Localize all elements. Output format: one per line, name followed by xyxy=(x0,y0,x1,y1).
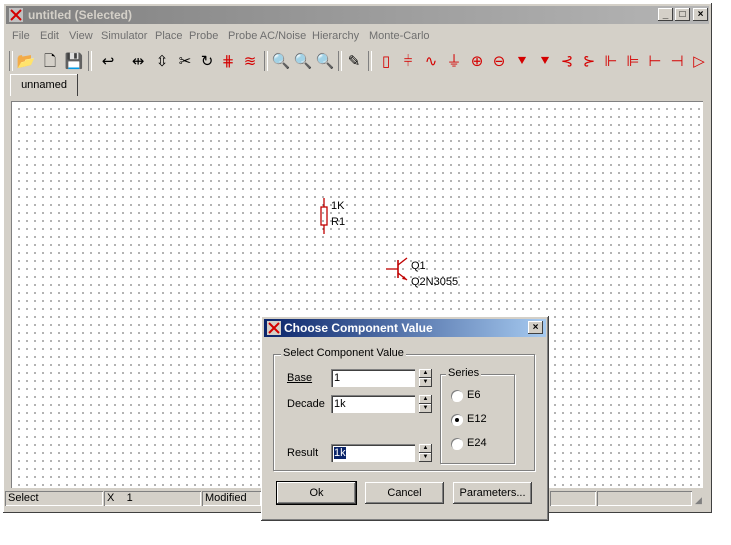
status-x-value: 1 xyxy=(126,492,133,504)
pjfet-icon[interactable]: ⊣ xyxy=(666,50,688,72)
opamp-icon[interactable]: ▷ xyxy=(688,50,710,72)
menu-simulator[interactable]: Simulator xyxy=(101,30,147,42)
transistor-model-label: Q2N3055 xyxy=(411,276,459,288)
menu-place[interactable]: Place xyxy=(155,30,183,42)
dialog-app-icon xyxy=(267,321,281,335)
undo-icon[interactable]: ↩ xyxy=(97,50,119,72)
njfet-icon[interactable]: ⊢ xyxy=(644,50,666,72)
resize-grip-icon[interactable]: ◢ xyxy=(695,495,705,505)
tab-unnamed[interactable]: unnamed xyxy=(10,74,78,96)
menu-monte-carlo[interactable]: Monte-Carlo xyxy=(369,30,430,42)
result-input[interactable]: 1k xyxy=(331,444,415,462)
dialog-close-button[interactable]: × xyxy=(528,321,543,334)
base-label: Base xyxy=(287,372,313,384)
base-spinner[interactable]: ▲ ▼ xyxy=(419,369,432,387)
current-source-icon[interactable]: ⊖ xyxy=(488,50,510,72)
toolbar-separator xyxy=(264,51,268,71)
select-value-group-label: Select Component Value xyxy=(281,347,406,359)
result-label: Result xyxy=(287,447,319,459)
series-e24-label: E24 xyxy=(467,437,487,449)
resistor-ref-label: R1 xyxy=(331,216,346,228)
resistor-value-label: 1K xyxy=(331,200,345,212)
pmos-icon[interactable]: ⊫ xyxy=(622,50,644,72)
wire-pencil-icon[interactable]: ✎ xyxy=(343,50,365,72)
open-icon[interactable]: 📂 xyxy=(15,50,37,72)
menu-probe-ac-noise[interactable]: Probe AC/Noise xyxy=(228,30,306,42)
series-group-label: Series xyxy=(446,367,482,379)
new-icon[interactable]: 🗋 xyxy=(39,50,61,72)
capacitor-icon[interactable]: ⫩ xyxy=(397,50,419,72)
series-e24-radio[interactable] xyxy=(451,438,463,450)
decade-spinner[interactable]: ▲ ▼ xyxy=(419,395,432,413)
series-e12-radio[interactable] xyxy=(451,414,463,426)
app-icon xyxy=(9,8,23,22)
resistor-symbol[interactable] xyxy=(320,198,328,234)
result-selected-text: 1k xyxy=(334,447,346,459)
menu-view[interactable]: View xyxy=(69,30,93,42)
flip-horizontal-icon[interactable]: ⇹ xyxy=(127,50,149,72)
toolbar: 📂 🗋 💾 ↩ ⇹ ⇳ ✂ ↻ ⋕ ≋ 🔍 🔍 🔍 ✎ ▯ ⫩ ∿ ⏚ ⊕ ⊖ … xyxy=(6,48,709,74)
series-e12-label: E12 xyxy=(467,413,487,425)
series-e6-label: E6 xyxy=(467,389,481,401)
delete-component-icon[interactable]: ≋ xyxy=(239,50,261,72)
maximize-button[interactable]: □ xyxy=(675,8,690,21)
status-panel-empty xyxy=(597,491,692,506)
decade-input[interactable]: 1k xyxy=(331,395,415,413)
minimize-button[interactable]: _ xyxy=(658,8,673,21)
status-panel-empty xyxy=(550,491,596,506)
inductor-icon[interactable]: ∿ xyxy=(420,50,442,72)
zoom-in-icon[interactable]: 🔍 xyxy=(314,50,336,72)
status-x-label: X xyxy=(107,492,115,504)
zoom-out-icon[interactable]: 🔍 xyxy=(292,50,314,72)
zener-diode-icon[interactable]: ⯆ xyxy=(534,50,556,72)
toolbar-separator xyxy=(368,51,372,71)
npn-transistor-icon[interactable]: ⊰ xyxy=(556,50,578,72)
menu-probe[interactable]: Probe xyxy=(189,30,218,42)
menu-bar: File Edit View Simulator Place Probe Pro… xyxy=(6,27,709,45)
cut-icon[interactable]: ✂ xyxy=(174,50,196,72)
voltage-source-icon[interactable]: ⊕ xyxy=(466,50,488,72)
toolbar-separator xyxy=(88,51,92,71)
parameters-button[interactable]: Parameters... xyxy=(453,482,532,504)
transistor-symbol[interactable] xyxy=(386,257,408,281)
toolbar-separator xyxy=(338,51,342,71)
resistor-icon[interactable]: ▯ xyxy=(375,50,397,72)
toolbar-separator xyxy=(9,51,13,71)
pnp-transistor-icon[interactable]: ⊱ xyxy=(578,50,600,72)
result-spinner[interactable]: ▲ ▼ xyxy=(419,444,432,462)
dialog-title-bar: Choose Component Value × xyxy=(264,319,546,337)
rotate-icon[interactable]: ↻ xyxy=(196,50,218,72)
base-input[interactable]: 1 xyxy=(331,369,415,387)
dialog-title: Choose Component Value xyxy=(284,321,433,335)
status-coordinates: X 1 xyxy=(104,491,201,506)
menu-file[interactable]: File xyxy=(12,30,30,42)
close-button[interactable]: × xyxy=(693,8,708,21)
ok-button[interactable]: Ok xyxy=(276,481,357,505)
decade-label: Decade xyxy=(287,398,325,410)
menu-edit[interactable]: Edit xyxy=(40,30,59,42)
window-title: untitled (Selected) xyxy=(28,8,133,22)
status-modified: Modified xyxy=(202,491,261,506)
zoom-fit-icon[interactable]: 🔍 xyxy=(270,50,292,72)
delete-wire-icon[interactable]: ⋕ xyxy=(217,50,239,72)
flip-vertical-icon[interactable]: ⇳ xyxy=(151,50,173,72)
status-mode: Select xyxy=(5,491,103,506)
cancel-button[interactable]: Cancel xyxy=(365,482,444,504)
nmos-icon[interactable]: ⊩ xyxy=(600,50,622,72)
save-icon[interactable]: 💾 xyxy=(63,50,85,72)
choose-component-value-dialog: Choose Component Value × Select Componen… xyxy=(261,316,549,521)
transistor-ref-label: Q1 xyxy=(411,260,426,272)
menu-hierarchy[interactable]: Hierarchy xyxy=(312,30,359,42)
diode-icon[interactable]: ⯆ xyxy=(511,50,533,72)
series-e6-radio[interactable] xyxy=(451,390,463,402)
title-bar: untitled (Selected) _ □ × xyxy=(6,6,709,24)
ground-icon[interactable]: ⏚ xyxy=(443,50,465,72)
